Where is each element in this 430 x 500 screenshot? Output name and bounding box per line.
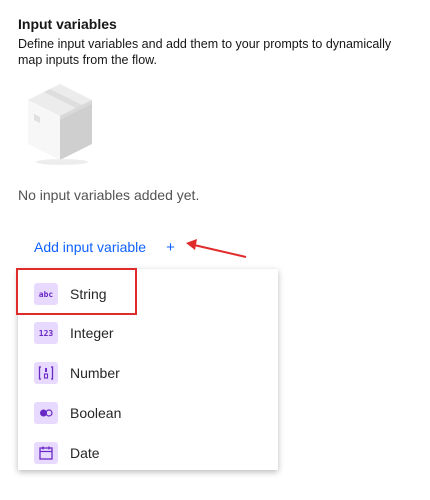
annotation-arrow [186, 239, 247, 258]
menu-item-label: Date [70, 445, 100, 461]
menu-item-integer[interactable]: 123 Integer [18, 313, 278, 353]
number-icon [34, 362, 58, 384]
variable-type-menu: abc String 123 Integer Number Boolean Da… [18, 269, 278, 470]
date-icon [34, 442, 58, 464]
input-variables-panel: Input variables Define input variables a… [0, 0, 430, 500]
menu-item-boolean[interactable]: Boolean [18, 393, 278, 433]
menu-item-number[interactable]: Number [18, 353, 278, 393]
box-illustration [28, 84, 92, 165]
menu-item-date[interactable]: Date [18, 433, 278, 473]
boolean-icon [34, 402, 58, 424]
menu-item-label: Number [70, 365, 120, 381]
menu-item-string[interactable]: abc String [18, 274, 278, 314]
menu-item-label: String [70, 286, 107, 302]
empty-state-message: No input variables added yet. [18, 187, 200, 203]
menu-item-label: Integer [70, 325, 114, 341]
add-input-variable-row: Add input variable + [34, 237, 175, 257]
string-icon: abc [34, 283, 58, 305]
integer-icon: 123 [34, 322, 58, 344]
section-description: Define input variables and add them to y… [18, 37, 392, 67]
menu-item-label: Boolean [70, 405, 122, 421]
add-icon[interactable]: + [166, 240, 175, 255]
add-input-variable-link[interactable]: Add input variable [34, 239, 146, 255]
section-title: Input variables [18, 16, 117, 32]
